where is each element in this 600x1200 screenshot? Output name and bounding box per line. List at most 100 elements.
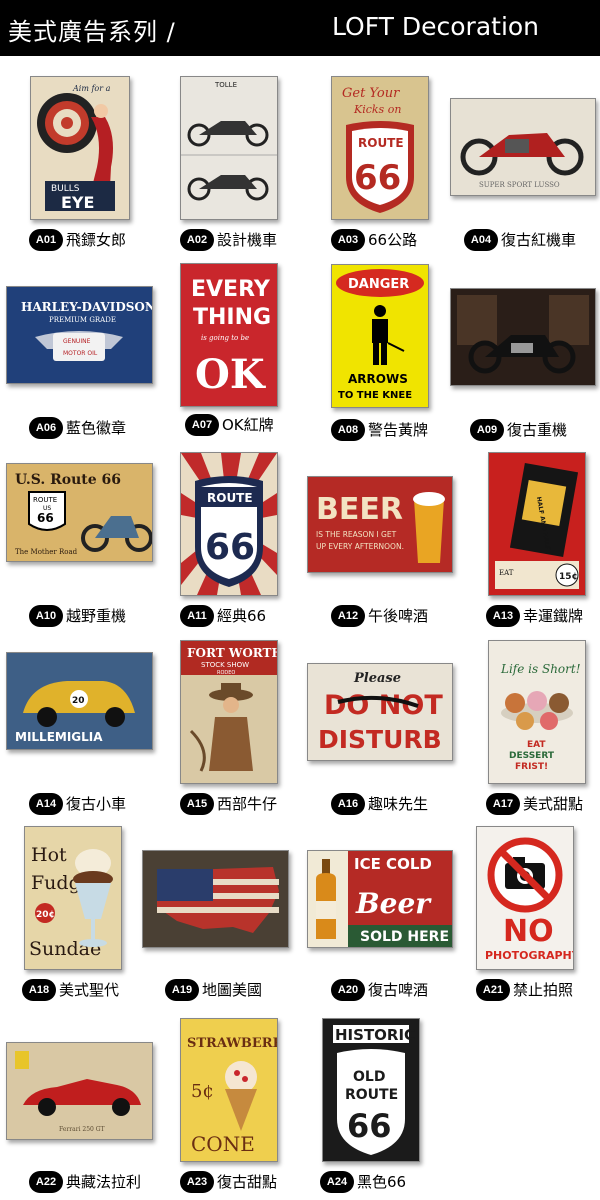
item-name: 藍色徽章	[66, 419, 127, 437]
beer-glass-icon[interactable]: BEER IS THE REASON I GET UP EVERY AFTERN…	[307, 476, 453, 573]
svg-text:GENUINE: GENUINE	[63, 338, 91, 345]
historic-route66-icon[interactable]: HISTORIC OLD ROUTE 66	[322, 1018, 420, 1162]
svg-text:HISTORIC: HISTORIC	[335, 1026, 415, 1044]
item-code-badge: A14	[29, 793, 63, 815]
svg-text:PREMIUM GRADE: PREMIUM GRADE	[49, 316, 116, 324]
item-name: 經典66	[217, 607, 267, 625]
svg-text:TO THE KNEE: TO THE KNEE	[338, 390, 412, 401]
svg-text:TOLLE: TOLLE	[214, 81, 237, 89]
svg-text:THING: THING	[193, 305, 271, 330]
item-name: 美式聖代	[59, 981, 120, 999]
svg-text:ROUTE: ROUTE	[207, 491, 253, 505]
svg-text:SOLD HERE: SOLD HERE	[360, 929, 449, 945]
svg-text:DO NOT: DO NOT	[324, 690, 443, 721]
svg-text:20: 20	[72, 696, 85, 706]
item-code-badge: A11	[180, 605, 214, 627]
item-code-badge: A20	[331, 979, 365, 1001]
item-name: OK紅牌	[222, 416, 274, 434]
danger-sign-icon[interactable]: DANGER ARROWS TO THE KNEE	[331, 264, 429, 408]
svg-text:EAT: EAT	[527, 740, 546, 750]
item-code-badge: A09	[470, 419, 504, 441]
item-name: 復古小車	[66, 795, 127, 813]
item-code-badge: A12	[331, 605, 365, 627]
item-name: 復古紅機車	[501, 231, 577, 249]
svg-text:Life is Short!: Life is Short!	[500, 662, 581, 676]
svg-text:MOTOR OIL: MOTOR OIL	[63, 350, 98, 357]
item-code-badge: A17	[486, 793, 520, 815]
sundae-icon[interactable]: Hot Fudge 20¢ Sundae	[24, 826, 122, 970]
route66-shield-icon[interactable]: Get Your Kicks on ROUTE 66	[331, 76, 429, 220]
item-name: 午後啤酒	[368, 607, 429, 625]
usa-flag-map-icon[interactable]	[142, 850, 289, 948]
half-and-half-icon[interactable]: HALF AND HALF EAT 15¢	[488, 452, 586, 596]
vintage-car-icon[interactable]: 20 MILLEMIGLIA	[6, 652, 153, 750]
item-name: 典藏法拉利	[66, 1173, 142, 1191]
svg-text:FORT WORTH: FORT WORTH	[187, 646, 277, 660]
ok-sign-icon[interactable]: EVERY THING is going to be OK	[180, 263, 278, 407]
page-header: 美式廣告系列 / LOFT Decoration	[0, 0, 600, 56]
svg-text:15¢: 15¢	[559, 572, 578, 582]
svg-text:is going to be: is going to be	[201, 334, 249, 342]
svg-text:Beer: Beer	[355, 887, 432, 920]
item-name: 復古啤酒	[368, 981, 429, 999]
item-code-badge: A21	[476, 979, 510, 1001]
svg-text:BEER: BEER	[316, 492, 403, 527]
red-motorcycle-icon[interactable]: SUPER SPORT LUSSO	[450, 98, 596, 196]
do-not-disturb-icon[interactable]: Please DO NOT DISTURB	[307, 663, 453, 761]
item-code-badge: A03	[331, 229, 365, 251]
svg-text:66: 66	[37, 511, 54, 525]
item-name: 幸運鐵牌	[523, 607, 584, 625]
svg-text:UP EVERY AFTERNOON.: UP EVERY AFTERNOON.	[316, 542, 404, 551]
item-code-badge: A18	[22, 979, 56, 1001]
svg-text:PHOTOGRAPHY: PHOTOGRAPHY	[485, 949, 573, 962]
svg-text:EAT: EAT	[499, 569, 514, 577]
svg-text:66: 66	[354, 158, 401, 198]
svg-text:MILLEMIGLIA: MILLEMIGLIA	[15, 730, 103, 744]
dark-motorcycle-icon[interactable]	[450, 288, 596, 386]
svg-text:ICE COLD: ICE COLD	[354, 855, 432, 873]
harley-badge-icon[interactable]: HARLEY-DAVIDSON PREMIUM GRADE GENUINE MO…	[6, 286, 153, 384]
item-name: 趣味先生	[368, 795, 429, 813]
svg-text:STRAWBERRY: STRAWBERRY	[187, 1036, 277, 1051]
item-code-badge: A13	[486, 605, 520, 627]
item-code-badge: A16	[331, 793, 365, 815]
item-code-badge: A23	[180, 1171, 214, 1193]
item-name: 西部牛仔	[217, 795, 278, 813]
beer-bottle-icon[interactable]: ICE COLD Beer SOLD HERE	[307, 850, 453, 948]
svg-text:ROUTE: ROUTE	[33, 496, 57, 504]
series-title: 美式廣告系列 /	[8, 18, 176, 46]
svg-text:SUPER SPORT LUSSO: SUPER SPORT LUSSO	[479, 181, 560, 189]
svg-text:Kicks on: Kicks on	[353, 103, 401, 116]
donuts-icon[interactable]: Life is Short! EAT DESSERT FRIST!	[488, 640, 586, 784]
cowboy-icon[interactable]: FORT WORTH STOCK SHOW RODEO	[180, 640, 278, 784]
ice-cream-cone-icon[interactable]: STRAWBERRY 5¢ CONE	[180, 1018, 278, 1162]
svg-text:DISTURB: DISTURB	[318, 725, 442, 754]
svg-text:CONE: CONE	[191, 1132, 255, 1156]
item-name: 警告黃牌	[368, 421, 429, 439]
item-name: 地圖美國	[202, 981, 263, 999]
item-code-badge: A06	[29, 417, 63, 439]
item-name: 禁止拍照	[513, 981, 574, 999]
item-name: 飛鏢女郎	[66, 231, 127, 249]
item-code-badge: A04	[464, 229, 498, 251]
item-code-badge: A24	[320, 1171, 354, 1193]
svg-text:ROUTE: ROUTE	[358, 136, 404, 150]
svg-text:20¢: 20¢	[36, 910, 55, 920]
svg-text:66: 66	[347, 1107, 392, 1145]
item-code-badge: A07	[185, 414, 219, 436]
ferrari-icon[interactable]: Ferrari 250 GT	[6, 1042, 153, 1140]
item-name: 美式甜點	[523, 795, 584, 813]
item-code-badge: A19	[165, 979, 199, 1001]
route66-map-icon[interactable]: U.S. Route 66 ROUTE US 66 The Mother Roa…	[6, 463, 153, 562]
svg-text:OK: OK	[195, 351, 266, 398]
svg-text:DANGER: DANGER	[348, 277, 409, 292]
item-name: 復古甜點	[217, 1173, 278, 1191]
item-name: 越野重機	[66, 607, 127, 625]
item-name: 黑色66	[357, 1173, 407, 1191]
motorcycle-blueprint-icon[interactable]: TOLLE	[180, 76, 278, 220]
decoration-title: LOFT Decoration	[332, 12, 540, 41]
route66-sunburst-icon[interactable]: ROUTE 66	[180, 452, 278, 596]
svg-text:Get Your: Get Your	[342, 86, 400, 101]
no-camera-icon[interactable]: NO PHOTOGRAPHY	[476, 826, 574, 970]
pinup-dartboard-icon[interactable]: Aim for a BULLS EYE	[30, 76, 130, 220]
